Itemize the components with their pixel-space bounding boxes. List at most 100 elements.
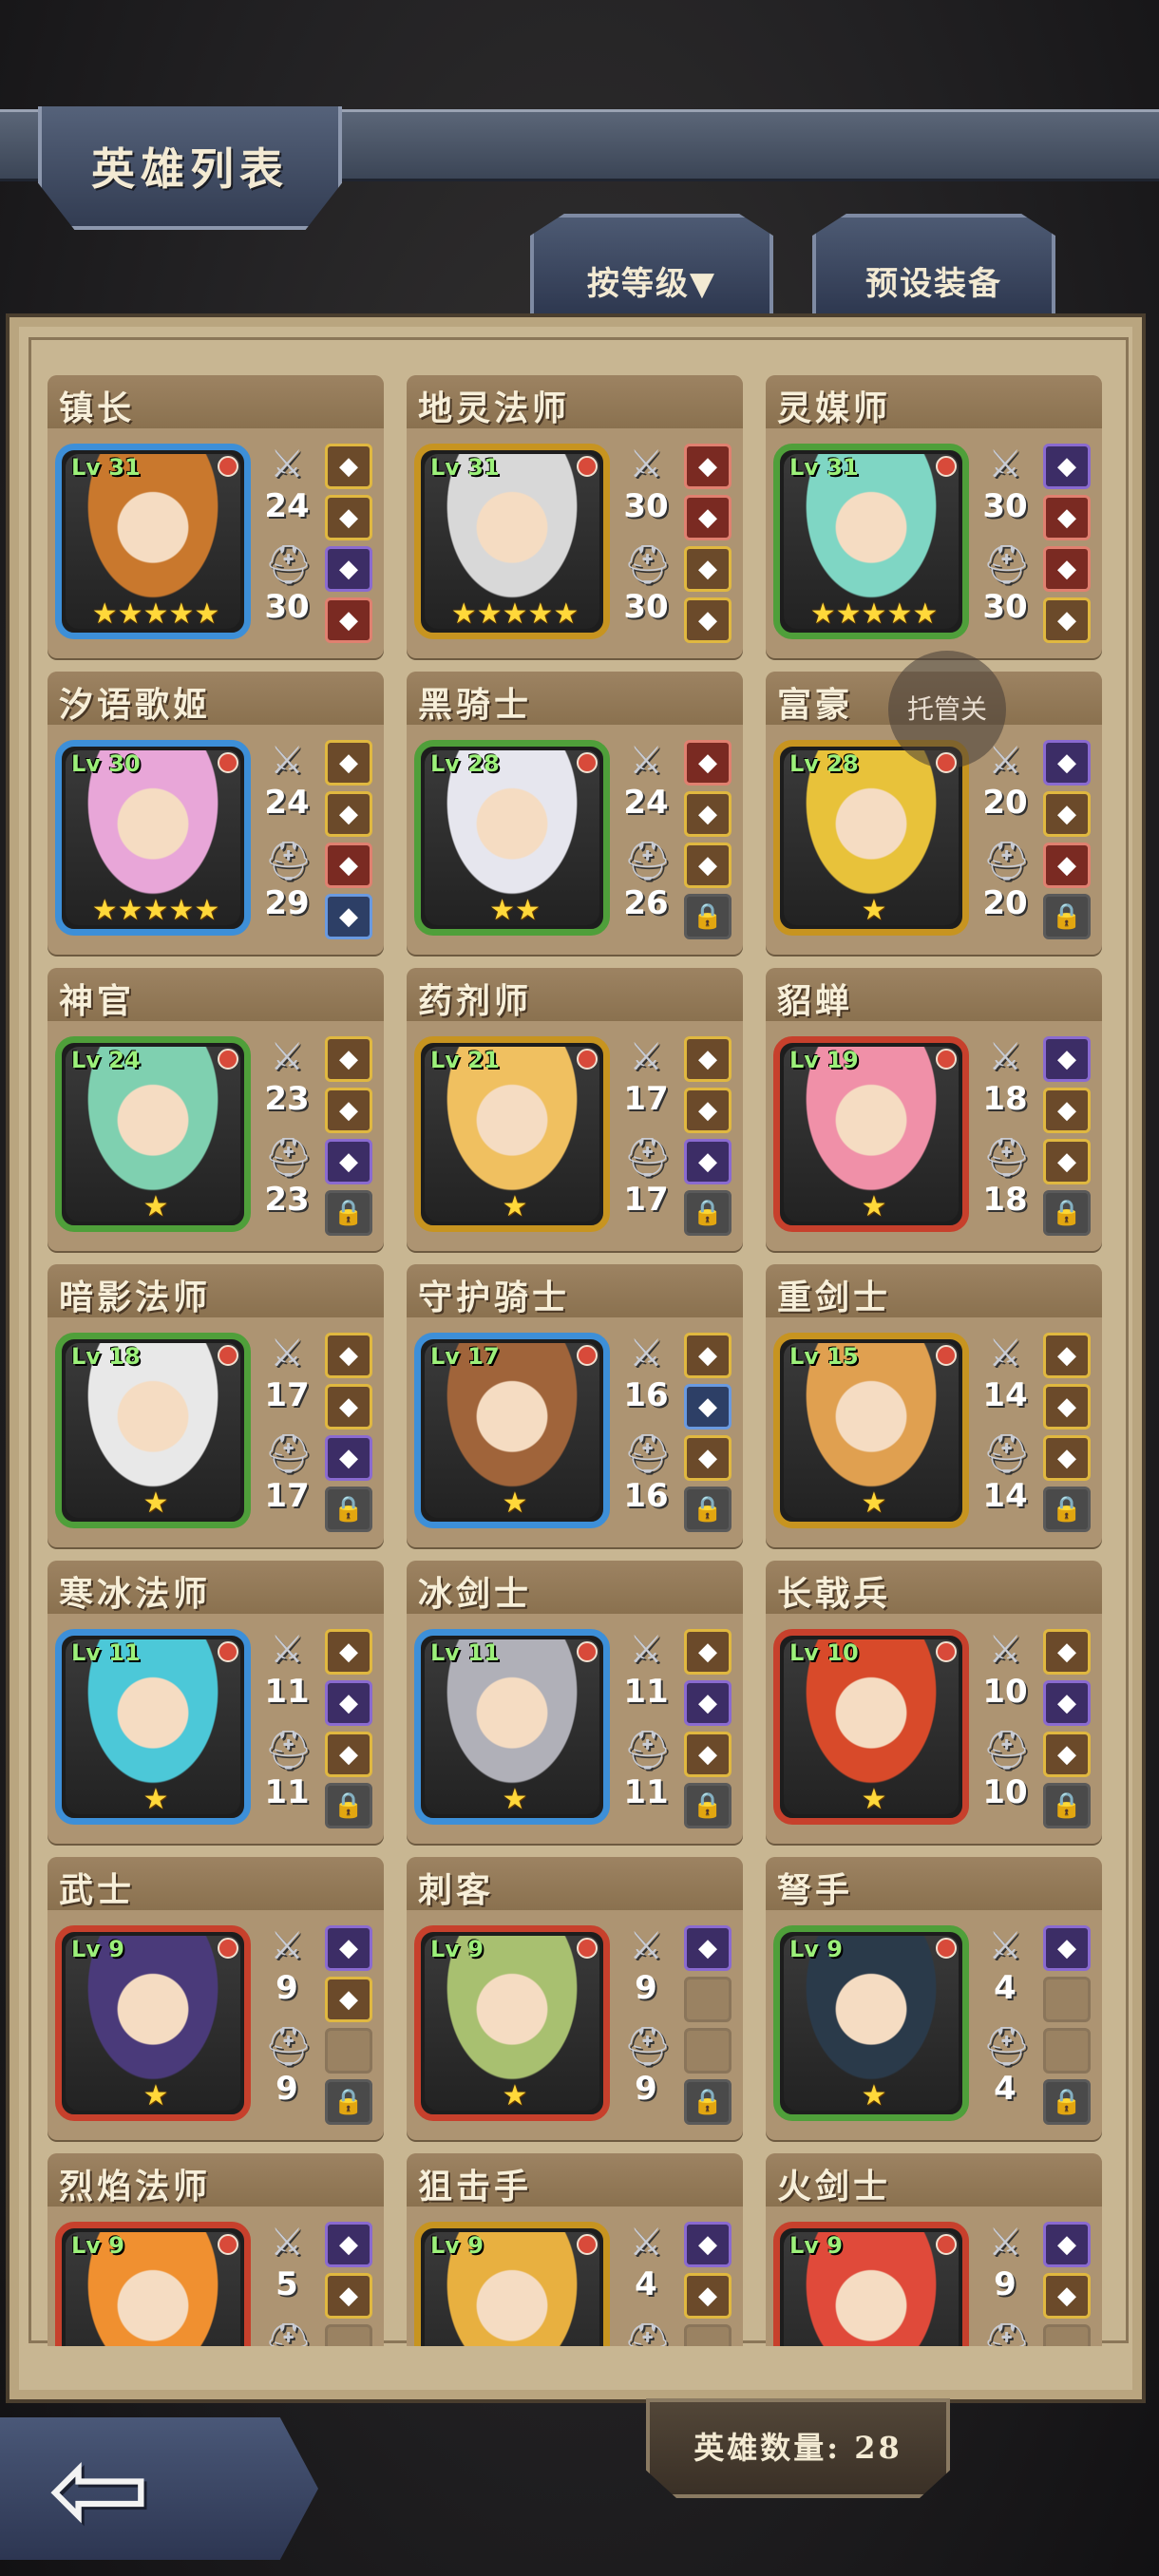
equipment-slot[interactable]: ◆ [325, 1435, 372, 1481]
hero-portrait[interactable]: Lv 18 ★ [55, 1333, 251, 1528]
equipment-slot[interactable]: ◆ [1043, 1680, 1091, 1726]
equipment-slot[interactable]: ◆ [325, 1036, 372, 1082]
empty-equipment-slot[interactable] [684, 1977, 732, 2022]
hero-card[interactable]: 汐语歌姬 Lv 30 ★★★★★ ⚔ 24 ⛑ 29 ◆ ◆ ◆ ◆ [48, 672, 384, 955]
equipment-slot[interactable]: ◆ [684, 444, 732, 489]
equipment-slot[interactable]: ◆ [1043, 740, 1091, 786]
equipment-slot[interactable]: ◆ [325, 1680, 372, 1726]
hero-portrait[interactable]: Lv 15 ★ [773, 1333, 969, 1528]
equipment-slot[interactable]: ◆ [325, 495, 372, 540]
hero-portrait[interactable]: Lv 30 ★★★★★ [55, 740, 251, 936]
lock-icon[interactable]: 🔒 [1043, 1487, 1091, 1532]
hero-portrait[interactable]: Lv 9 ★ [773, 2222, 969, 2346]
hero-portrait[interactable]: Lv 9 ★ [55, 1925, 251, 2121]
hero-card[interactable]: 药剂师 Lv 21 ★ ⚔ 17 ⛑ 17 ◆ ◆ ◆ 🔒 [407, 968, 743, 1251]
equipment-slot[interactable]: ◆ [684, 1384, 732, 1430]
equipment-slot[interactable]: ◆ [1043, 1384, 1091, 1430]
equipment-slot[interactable]: ◆ [325, 791, 372, 837]
equipment-slot[interactable]: ◆ [1043, 843, 1091, 888]
equipment-slot[interactable]: ◆ [325, 1977, 372, 2022]
hero-portrait[interactable]: Lv 19 ★ [773, 1036, 969, 1232]
hero-portrait[interactable]: Lv 9 ★ [55, 2222, 251, 2346]
preset-equipment-tab[interactable]: 预设装备 [812, 214, 1055, 313]
equipment-slot[interactable]: ◆ [684, 740, 732, 786]
equipment-slot[interactable]: ◆ [684, 1925, 732, 1971]
lock-icon[interactable]: 🔒 [1043, 1190, 1091, 1236]
equipment-slot[interactable]: ◆ [325, 1925, 372, 1971]
lock-icon[interactable]: 🔒 [325, 1783, 372, 1828]
lock-icon[interactable]: 🔒 [325, 2079, 372, 2125]
hero-card[interactable]: 灵媒师 Lv 31 ★★★★★ ⚔ 30 ⛑ 30 ◆ ◆ ◆ ◆ [766, 375, 1102, 658]
equipment-slot[interactable]: ◆ [325, 546, 372, 592]
hero-card[interactable]: 弩手 Lv 9 ★ ⚔ 4 ⛑ 4 ◆ 🔒 [766, 1857, 1102, 2140]
hero-card[interactable]: 镇长 Lv 31 ★★★★★ ⚔ 24 ⛑ 30 ◆ ◆ ◆ ◆ [48, 375, 384, 658]
equipment-slot[interactable]: ◆ [684, 1333, 732, 1378]
hero-card[interactable]: 重剑士 Lv 15 ★ ⚔ 14 ⛑ 14 ◆ ◆ ◆ 🔒 [766, 1264, 1102, 1547]
sort-by-level-tab[interactable]: 按等级▼ [530, 214, 773, 313]
lock-icon[interactable]: 🔒 [1043, 894, 1091, 939]
lock-icon[interactable]: 🔒 [325, 1487, 372, 1532]
lock-icon[interactable]: 🔒 [325, 1190, 372, 1236]
equipment-slot[interactable]: ◆ [325, 1088, 372, 1133]
hero-card[interactable]: 黑骑士 Lv 28 ★★ ⚔ 24 ⛑ 26 ◆ ◆ ◆ 🔒 [407, 672, 743, 955]
hero-portrait[interactable]: Lv 9 ★ [414, 2222, 610, 2346]
hero-card[interactable]: 地灵法师 Lv 31 ★★★★★ ⚔ 30 ⛑ 30 ◆ ◆ ◆ ◆ [407, 375, 743, 658]
equipment-slot[interactable]: ◆ [325, 843, 372, 888]
hero-portrait[interactable]: Lv 28 ★★ [414, 740, 610, 936]
hero-portrait[interactable]: Lv 28 ★ [773, 740, 969, 936]
equipment-slot[interactable]: ◆ [684, 546, 732, 592]
hero-portrait[interactable]: Lv 9 ★ [414, 1925, 610, 2121]
equipment-slot[interactable]: ◆ [1043, 791, 1091, 837]
equipment-slot[interactable]: ◆ [684, 791, 732, 837]
equipment-slot[interactable]: ◆ [325, 2222, 372, 2267]
equipment-slot[interactable]: ◆ [1043, 1088, 1091, 1133]
equipment-slot[interactable]: ◆ [684, 1139, 732, 1184]
lock-icon[interactable]: 🔒 [684, 1487, 732, 1532]
lock-icon[interactable]: 🔒 [684, 1783, 732, 1828]
hero-card[interactable]: 刺客 Lv 9 ★ ⚔ 9 ⛑ 9 ◆ 🔒 [407, 1857, 743, 2140]
manager-badge[interactable]: 托管关 [888, 651, 1006, 768]
hero-card[interactable]: 守护骑士 Lv 17 ★ ⚔ 16 ⛑ 16 ◆ ◆ ◆ 🔒 [407, 1264, 743, 1547]
back-arrow-icon[interactable]: ⇦ [48, 2427, 151, 2550]
equipment-slot[interactable]: ◆ [325, 597, 372, 643]
equipment-slot[interactable]: ◆ [1043, 444, 1091, 489]
equipment-slot[interactable]: ◆ [325, 444, 372, 489]
equipment-slot[interactable]: ◆ [1043, 1333, 1091, 1378]
hero-card[interactable]: 暗影法师 Lv 18 ★ ⚔ 17 ⛑ 17 ◆ ◆ ◆ 🔒 [48, 1264, 384, 1547]
equipment-slot[interactable]: ◆ [684, 2273, 732, 2319]
equipment-slot[interactable]: ◆ [1043, 1732, 1091, 1777]
empty-equipment-slot[interactable] [684, 2028, 732, 2074]
equipment-slot[interactable]: ◆ [684, 495, 732, 540]
hero-card[interactable]: 神官 Lv 24 ★ ⚔ 23 ⛑ 23 ◆ ◆ ◆ 🔒 [48, 968, 384, 1251]
empty-equipment-slot[interactable] [684, 2324, 732, 2346]
equipment-slot[interactable]: ◆ [325, 1333, 372, 1378]
equipment-slot[interactable]: ◆ [1043, 1925, 1091, 1971]
equipment-slot[interactable]: ◆ [684, 1435, 732, 1481]
equipment-slot[interactable]: ◆ [325, 1629, 372, 1675]
empty-equipment-slot[interactable] [325, 2028, 372, 2074]
equipment-slot[interactable]: ◆ [325, 740, 372, 786]
equipment-slot[interactable]: ◆ [684, 1036, 732, 1082]
empty-equipment-slot[interactable] [1043, 2324, 1091, 2346]
equipment-slot[interactable]: ◆ [1043, 2273, 1091, 2319]
equipment-slot[interactable]: ◆ [684, 1088, 732, 1133]
equipment-slot[interactable]: ◆ [1043, 1629, 1091, 1675]
hero-portrait[interactable]: Lv 11 ★ [55, 1629, 251, 1825]
lock-icon[interactable]: 🔒 [684, 2079, 732, 2125]
equipment-slot[interactable]: ◆ [1043, 2222, 1091, 2267]
equipment-slot[interactable]: ◆ [1043, 1435, 1091, 1481]
hero-portrait[interactable]: Lv 10 ★ [773, 1629, 969, 1825]
hero-card[interactable]: 长戟兵 Lv 10 ★ ⚔ 10 ⛑ 10 ◆ ◆ ◆ 🔒 [766, 1561, 1102, 1844]
hero-card[interactable]: 冰剑士 Lv 11 ★ ⚔ 11 ⛑ 11 ◆ ◆ ◆ 🔒 [407, 1561, 743, 1844]
hero-card[interactable]: 火剑士 Lv 9 ★ ⚔ 9 ⛑ 9 ◆◆🔒 [766, 2153, 1102, 2346]
equipment-slot[interactable]: ◆ [684, 1680, 732, 1726]
hero-card[interactable]: 狙击手 Lv 9 ★ ⚔ 4 ⛑ 4 ◆◆🔒 [407, 2153, 743, 2346]
equipment-slot[interactable]: ◆ [325, 1139, 372, 1184]
hero-portrait[interactable]: Lv 21 ★ [414, 1036, 610, 1232]
empty-equipment-slot[interactable] [1043, 2028, 1091, 2074]
equipment-slot[interactable]: ◆ [684, 843, 732, 888]
hero-card[interactable]: 烈焰法师 Lv 9 ★ ⚔ 5 ⛑ 5 ◆◆🔒 [48, 2153, 384, 2346]
hero-portrait[interactable]: Lv 24 ★ [55, 1036, 251, 1232]
equipment-slot[interactable]: ◆ [1043, 1139, 1091, 1184]
equipment-slot[interactable]: ◆ [325, 1732, 372, 1777]
